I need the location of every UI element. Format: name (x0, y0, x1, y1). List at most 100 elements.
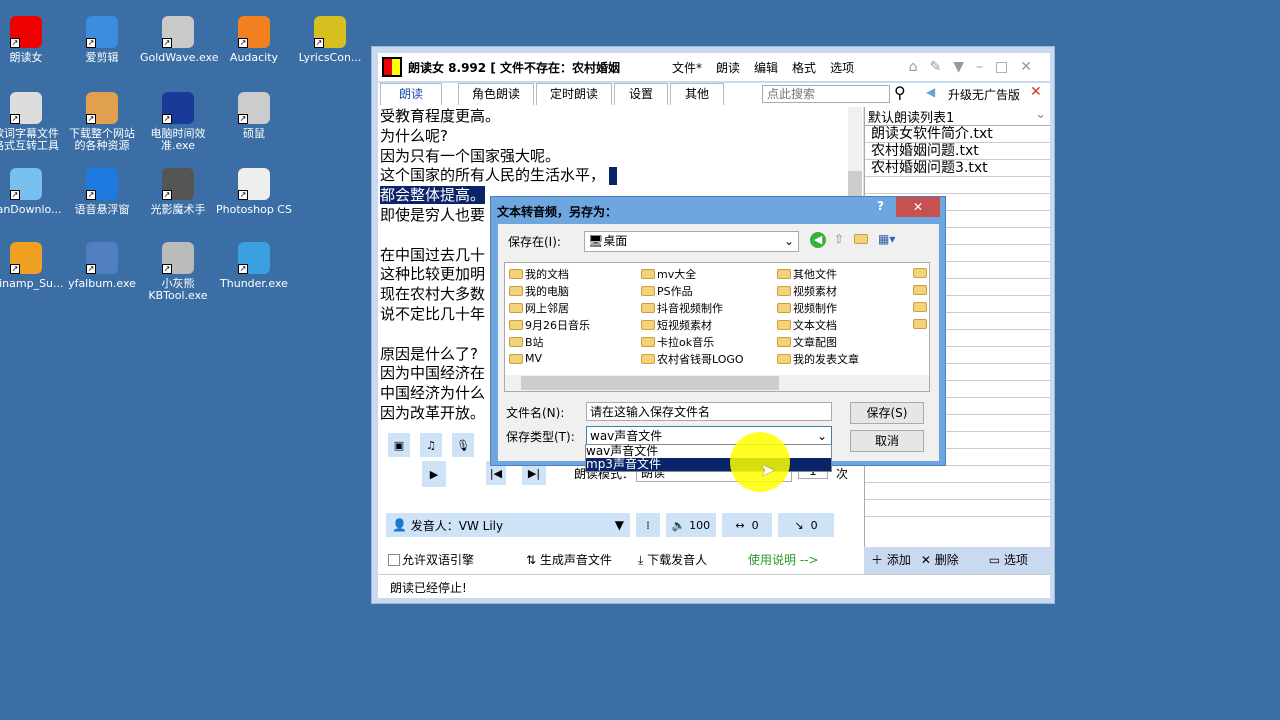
file-item[interactable]: 文章配图 (777, 333, 837, 350)
volume-control[interactable]: 🔈 100 (666, 513, 716, 537)
file-item[interactable]: 9月26日音乐 (509, 316, 590, 333)
voice-icon[interactable]: ⁞ (636, 513, 660, 537)
cancel-button[interactable]: 取消 (850, 430, 924, 452)
delete-button[interactable]: ✕ 删除 (921, 551, 959, 568)
search-icon[interactable]: ⚲ (894, 83, 906, 102)
maximize-button[interactable]: □ (995, 59, 1020, 75)
file-item[interactable]: mv大全 (641, 265, 696, 282)
file-item[interactable]: PS作品 (641, 282, 693, 299)
desktop-icon[interactable]: ↗ 朗读女 (0, 16, 64, 64)
app-icon: ↗ (314, 16, 346, 48)
new-folder-icon[interactable] (854, 234, 868, 244)
tab[interactable]: 其他 (670, 83, 724, 105)
upgrade-link[interactable]: 升级无广告版 (948, 86, 1020, 103)
playlist-item[interactable]: 农村婚姻问题3.txt (865, 160, 1050, 177)
desktop-icon[interactable]: ↗歌词字幕文件格式互转工具 (0, 92, 64, 152)
menu-item[interactable]: 编辑 (754, 59, 778, 76)
save-button[interactable]: 保存(S) (850, 402, 924, 424)
file-item[interactable]: 我的电脑 (509, 282, 569, 299)
folder-icon[interactable] (913, 302, 927, 312)
playlist-item[interactable]: 朗读女软件简介.txt (865, 126, 1050, 143)
file-item[interactable]: 视频制作 (777, 299, 837, 316)
desktop-icon: 🖥 (588, 234, 604, 248)
add-button[interactable]: ＋ 添加 (871, 551, 911, 568)
file-item[interactable]: 文本文档 (777, 316, 837, 333)
play-button[interactable]: ▶ (422, 461, 446, 487)
filename-input[interactable]: 请在这输入保存文件名 (586, 402, 832, 421)
desktop-icon[interactable]: ↗ 爱剪辑 (64, 16, 140, 64)
file-item[interactable]: 我的文档 (509, 265, 569, 282)
file-type-select[interactable]: wav声音文件 ⌄ (586, 426, 832, 445)
list-options-button[interactable]: ▭ 选项 (989, 551, 1028, 568)
file-type-dropdown[interactable]: wav声音文件 mp3声音文件 (585, 444, 832, 472)
horizontal-scrollbar[interactable] (505, 375, 929, 391)
desktop-icon[interactable]: ↗ Audacity (216, 16, 292, 64)
desktop-icon[interactable]: ↗ Photoshop CS (216, 168, 292, 216)
file-item[interactable]: 抖音视频制作 (641, 299, 723, 316)
text-line: 这种比较更加明 (380, 265, 486, 284)
music-note-icon[interactable]: ▣ (388, 433, 410, 457)
back-icon[interactable]: ◀ (810, 232, 826, 248)
view-menu-icon[interactable]: ▦▾ (878, 232, 895, 246)
file-list[interactable]: 我的文档 我的电脑 网上邻居 9月26日音乐 B站 MV mv大全 PS作品 抖音视频制作 短视频… (504, 262, 930, 392)
download-voice-button[interactable]: ⤓ 下载发音人 (638, 551, 707, 568)
desktop-icon[interactable]: ↗ 硕鼠 (216, 92, 292, 140)
playlist-item[interactable]: 农村婚姻问题.txt (865, 143, 1050, 160)
desktop-icon[interactable]: ↗ GoldWave.exe (140, 16, 219, 64)
playlist-select[interactable]: 默认朗读列表1 ⌄ (865, 107, 1050, 126)
skin-icon[interactable]: ▼ (953, 59, 976, 75)
home-icon[interactable]: ⌂ (909, 59, 930, 75)
folder-icon[interactable] (913, 285, 927, 295)
volume-icon: 🔈 (671, 518, 690, 532)
desktop-icon[interactable]: ↗ 光影魔术手 (140, 168, 216, 216)
desktop-icon[interactable]: ↗PanDownlo... (0, 168, 64, 216)
file-item[interactable]: 视频素材 (777, 282, 837, 299)
file-item[interactable]: 我的发表文章 (777, 350, 859, 367)
menu-item[interactable]: 格式 (792, 59, 816, 76)
desktop-icon[interactable]: ↗Winamp_Su... (0, 242, 64, 290)
help-link[interactable]: 使用说明 --> (748, 551, 819, 568)
folder-icon (777, 302, 791, 313)
close-button[interactable]: ✕ (1020, 59, 1044, 75)
desktop-icon[interactable]: ↗ yfalbum.exe (64, 242, 140, 290)
speed-control[interactable]: ↔ 0 (722, 513, 772, 537)
file-item[interactable]: 短视频素材 (641, 316, 712, 333)
tab[interactable]: 设置 (614, 83, 668, 105)
help-button[interactable]: ? (877, 199, 884, 213)
file-item[interactable]: MV (509, 350, 542, 367)
save-in-select[interactable]: 🖥 桌面 ⌄ (584, 231, 799, 252)
desktop-icon[interactable]: ↗ 下载整个网站的各种资源 (64, 92, 140, 152)
option-mp3[interactable]: mp3声音文件 (586, 458, 831, 471)
desktop-icon[interactable]: ↗ 语音悬浮窗 (64, 168, 140, 216)
desktop-icon[interactable]: ↗ Thunder.exe (216, 242, 292, 290)
tab[interactable]: 定时朗读 (536, 83, 612, 105)
file-item[interactable]: 网上邻居 (509, 299, 569, 316)
pitch-control[interactable]: ↘ 0 (778, 513, 834, 537)
folder-icon[interactable] (913, 319, 927, 329)
search-input[interactable] (762, 85, 890, 103)
menu-item[interactable]: 文件* (672, 59, 702, 76)
desktop-icon[interactable]: ↗ 小灰熊KBTool.exe (140, 242, 216, 302)
bilingual-checkbox[interactable]: 允许双语引擎 (388, 551, 474, 568)
file-item[interactable]: 卡拉ok音乐 (641, 333, 714, 350)
file-item[interactable]: 农村省钱哥LOGO (641, 350, 744, 367)
tab[interactable]: 朗读 (380, 83, 442, 105)
file-item[interactable]: 其他文件 (777, 265, 837, 282)
generate-audio-button[interactable]: ⇅ 生成声音文件 (526, 551, 612, 568)
close-ad-icon[interactable]: ✕ (1030, 84, 1042, 100)
desktop-icon[interactable]: ↗ 电脑时间效准.exe (140, 92, 216, 152)
desktop-icon[interactable]: ↗ LyricsCon... (292, 16, 368, 64)
menu-item[interactable]: 朗读 (716, 59, 740, 76)
pin-icon[interactable]: ✎ (930, 59, 954, 75)
dropdown-arrow-icon: ▼ (614, 518, 624, 532)
up-folder-icon[interactable]: ⇧ (834, 232, 844, 246)
menu-item[interactable]: 选项 (830, 59, 854, 76)
tab[interactable]: 角色朗读 (458, 83, 534, 105)
music-icon[interactable]: ♫ (420, 433, 442, 457)
folder-icon[interactable] (913, 268, 927, 278)
file-item[interactable]: B站 (509, 333, 544, 350)
microphone-icon[interactable]: 🎙 (452, 433, 474, 457)
speaker-select[interactable]: 👤 发音人：VW Lily ▼ (386, 513, 630, 537)
minimize-button[interactable]: – (976, 59, 995, 75)
dialog-close-button[interactable]: ✕ (896, 197, 940, 217)
